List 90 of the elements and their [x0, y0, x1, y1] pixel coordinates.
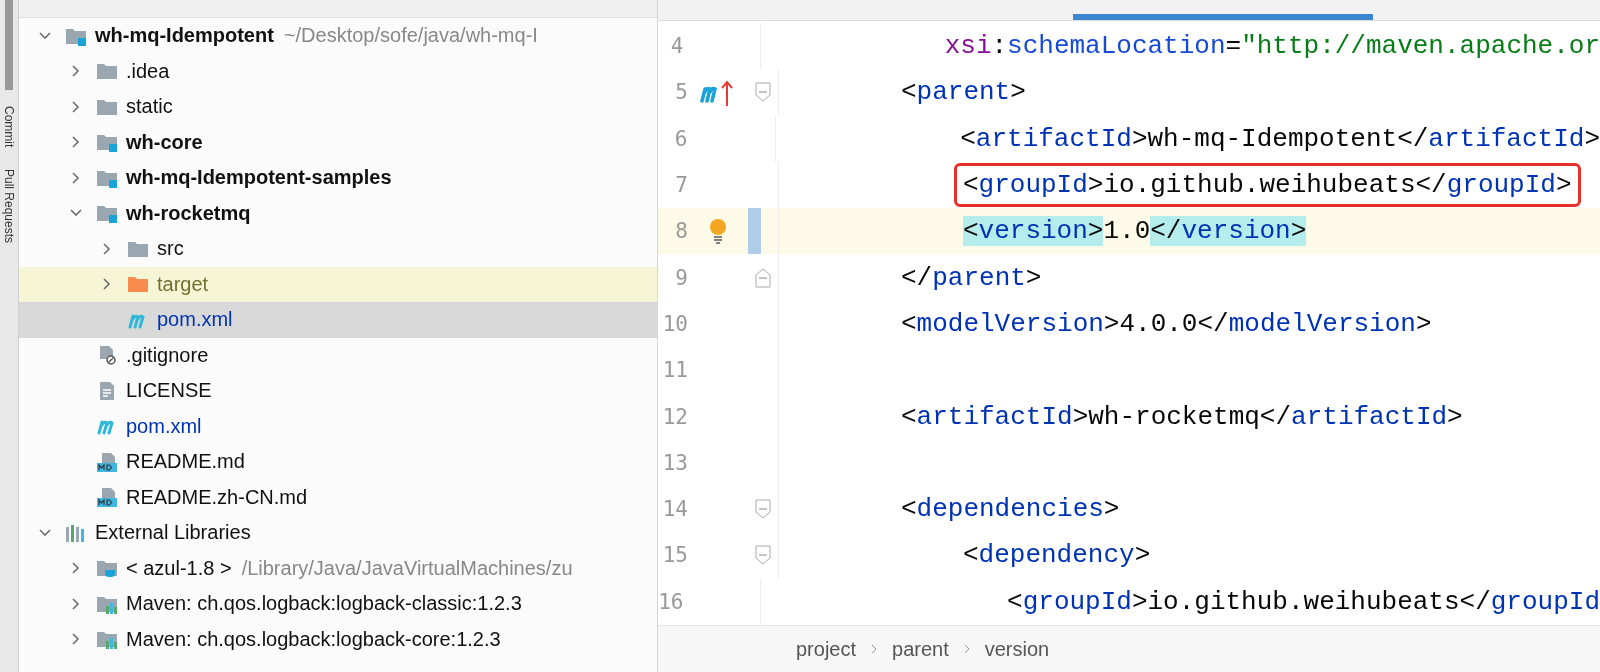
tree-row[interactable]: wh-rocketmq [19, 195, 657, 231]
lightbulb-icon[interactable] [708, 218, 728, 245]
chevron-right-icon[interactable] [70, 136, 82, 149]
tree-row[interactable]: pom.xml [19, 302, 657, 338]
chevron-right-icon [870, 643, 879, 655]
breadcrumb[interactable]: version [984, 637, 1050, 661]
code-line: <artifactId>wh-rocketmq</artifactId> [901, 401, 1463, 432]
line-number: 10 [661, 311, 688, 336]
tree-row[interactable]: pom.xml [19, 408, 657, 444]
chevron-right-icon[interactable] [70, 100, 82, 113]
tree-row[interactable]: External Libraries [19, 515, 657, 551]
chevron-right-icon[interactable] [101, 278, 113, 291]
chevron-right-icon[interactable] [70, 597, 82, 610]
chevron-right-icon[interactable] [70, 171, 82, 184]
code-line: xsi:schemaLocation="http://maven.apache.or [944, 31, 1600, 62]
module-folder-icon [96, 203, 118, 224]
line-number: 13 [661, 450, 688, 475]
file-name: README.zh-CN.md [126, 485, 308, 509]
code-line: <version>1.0</version> [963, 216, 1307, 247]
line-number: 16 [658, 589, 684, 614]
chevron-right-icon [962, 643, 971, 655]
library-icon [96, 629, 118, 650]
code-line: <parent> [901, 77, 1026, 108]
tree-row[interactable]: README.zh-CN.md [19, 479, 657, 515]
file-name: wh-mq-Idempotent-samples [126, 166, 392, 190]
line-number: 15 [661, 543, 688, 568]
tree-row[interactable]: LICENSE [19, 373, 657, 409]
libraries-icon [65, 522, 87, 543]
file-name: .gitignore [126, 343, 209, 367]
line-number: 7 [674, 173, 688, 198]
file-name: static [126, 95, 173, 119]
change-marker [748, 208, 761, 255]
line-number: 9 [674, 265, 688, 290]
line-number: 6 [673, 126, 688, 151]
tree-row[interactable]: .idea [19, 53, 657, 89]
folder-icon [127, 274, 149, 295]
file-name: target [157, 272, 209, 296]
tree-row[interactable]: Maven: ch.qos.logback:logback-classic:1.2.3 [19, 586, 657, 622]
chevron-down-icon[interactable] [39, 29, 51, 42]
tool-window-tab[interactable]: Pull Requests [2, 163, 16, 250]
file-name: Maven: ch.qos.logback:logback-core:1.2.3 [126, 627, 501, 651]
markdown-file-icon [96, 451, 118, 472]
line-number: 5 [674, 80, 688, 105]
code-line: </parent> [901, 262, 1042, 293]
file-name: wh-mq-Idempotent [95, 24, 274, 48]
tree-row[interactable]: Maven: ch.qos.logback:logback-core:1.2.3 [19, 621, 657, 657]
file-path: ~/Desktop/sofe/java/wh-mq-I [283, 24, 538, 48]
line-number: 4 [669, 34, 684, 59]
chevron-right-icon[interactable] [70, 633, 82, 646]
tree-row[interactable]: .gitignore [19, 337, 657, 373]
file-name: Maven: ch.qos.logback:logback-classic:1.2.3 [126, 592, 522, 616]
file-name: < azul-1.8 > [126, 556, 232, 580]
file-name: src [157, 237, 184, 261]
tree-row[interactable]: static [19, 89, 657, 125]
file-name: .idea [126, 59, 170, 83]
tree-row[interactable]: target [19, 266, 657, 302]
code-line: <groupId>io.github.weihubeats</groupId [1007, 586, 1600, 617]
line-number: 12 [661, 404, 688, 429]
jdk-folder-icon [96, 558, 118, 579]
code-line: <artifactId>wh-mq-Idempotent</artifactId> [960, 123, 1600, 154]
chevron-right-icon[interactable] [70, 562, 82, 575]
file-name: LICENSE [126, 379, 212, 403]
chevron-down-icon[interactable] [39, 526, 51, 539]
file-path: /Library/Java/JavaVirtualMachines/zu [241, 556, 573, 580]
tree-row[interactable]: wh-core [19, 124, 657, 160]
file-name: pom.xml [157, 308, 233, 332]
tree-row[interactable]: wh-mq-Idempotent ~/Desktop/sofe/java/wh-mq-I [19, 18, 657, 54]
line-number: 8 [674, 219, 688, 244]
code-line: <dependency> [963, 540, 1151, 571]
module-folder-icon [96, 132, 118, 153]
breadcrumb[interactable]: parent [892, 637, 949, 661]
file-name: External Libraries [95, 521, 251, 545]
folder-icon [96, 61, 118, 82]
tree-row[interactable]: wh-mq-Idempotent-samples [19, 160, 657, 196]
line-number: 14 [661, 497, 688, 522]
file-name: wh-core [126, 130, 203, 154]
file-name: README.md [126, 450, 245, 474]
line-number: 11 [661, 358, 688, 383]
file-name: pom.xml [126, 414, 202, 438]
tree-row[interactable]: < azul-1.8 > /Library/Java/JavaVirtualMachines/zu [19, 550, 657, 586]
breadcrumb[interactable]: project [796, 637, 857, 661]
chevron-right-icon[interactable] [70, 65, 82, 78]
tree-row[interactable]: src [19, 231, 657, 267]
markdown-file-icon [96, 487, 118, 508]
chevron-right-icon[interactable] [101, 242, 113, 255]
tool-window-tab[interactable]: Commit [2, 100, 16, 154]
tree-row[interactable]: README.md [19, 444, 657, 480]
code-line: <modelVersion>4.0.0</modelVersion> [901, 308, 1432, 339]
code-line: <dependencies> [901, 494, 1120, 525]
file-name: wh-rocketmq [126, 201, 251, 225]
